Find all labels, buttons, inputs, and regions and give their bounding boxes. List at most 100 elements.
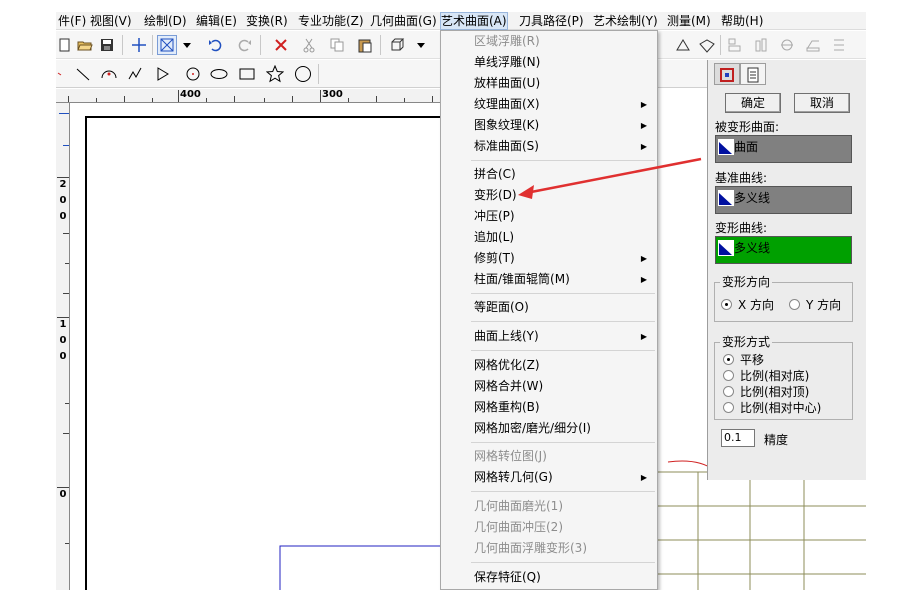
polygon-open-icon[interactable]: [154, 65, 172, 83]
menu-professional[interactable]: 专业功能(Z): [298, 13, 364, 29]
gear-align-icon[interactable]: [778, 36, 796, 54]
base-curve-label: 基准曲线:: [715, 171, 768, 185]
menu-art-draw[interactable]: 艺术绘制(Y): [593, 13, 658, 29]
surface-object-icon: [718, 138, 734, 155]
radio-mode-scale-top[interactable]: 比例(相对顶): [723, 384, 809, 400]
menu-item-mesh-refine[interactable]: 网格加密/磨光/细分(I): [441, 418, 657, 439]
menu-item-append[interactable]: 追加(L): [441, 227, 657, 248]
shade-view-icon[interactable]: [674, 36, 692, 54]
menu-item-offset-surface[interactable]: 等距面(O): [441, 297, 657, 318]
deform-property-panel: 确定 取消 被变形曲面: 曲面 基准曲线: 多义线 变形曲线: 多义线 变形方向…: [707, 60, 866, 480]
arc-icon[interactable]: [100, 65, 118, 83]
radio-x-direction[interactable]: X 方向: [721, 297, 774, 313]
delete-icon[interactable]: [272, 36, 290, 54]
menu-item-stamp[interactable]: 冲压(P): [441, 206, 657, 227]
undo-icon[interactable]: [206, 36, 224, 54]
paste-icon[interactable]: [356, 36, 374, 54]
menu-item-mesh-optimize[interactable]: 网格优化(Z): [441, 355, 657, 376]
menu-separator: [471, 293, 655, 294]
star-icon[interactable]: [266, 65, 284, 83]
deform-curve-field[interactable]: 多义线: [715, 236, 852, 264]
line-icon[interactable]: [74, 65, 92, 83]
menu-transform[interactable]: 变换(R): [246, 13, 288, 29]
menu-item-standard-surface[interactable]: 标准曲面(S) ▶: [441, 136, 657, 157]
save-icon[interactable]: [98, 36, 116, 54]
menu-tool-path[interactable]: 刀具路径(P): [519, 13, 584, 29]
menu-item-mesh-to-geometry[interactable]: 网格转几何(G) ▶: [441, 467, 657, 488]
tab-document[interactable]: [740, 63, 766, 85]
menu-measure[interactable]: 测量(M): [667, 13, 711, 29]
menu-item-loft-surface[interactable]: 放样曲面(U): [441, 73, 657, 94]
menu-item-cylinder-roller[interactable]: 柱面/锥面辊筒(M) ▶: [441, 269, 657, 290]
menu-art-surface[interactable]: 艺术曲面(A): [440, 12, 508, 30]
menu-item-merge[interactable]: 拼合(C): [441, 164, 657, 185]
menu-item-save-feature[interactable]: 保存特征(Q): [441, 567, 657, 588]
ellipse-icon[interactable]: [210, 65, 228, 83]
circle-icon[interactable]: [294, 65, 312, 83]
ok-button[interactable]: 确定: [725, 93, 781, 113]
menu-item-deform[interactable]: 变形(D): [441, 185, 657, 206]
menu-item-geo-surface-stamp[interactable]: 几何曲面冲压(2): [441, 517, 657, 538]
select-box-icon[interactable]: [157, 35, 177, 55]
rectangle-icon[interactable]: [238, 65, 256, 83]
menu-view[interactable]: 视图(V): [90, 13, 132, 29]
polyline-object-icon: [718, 189, 734, 206]
canvas-drawing: [279, 545, 456, 590]
menu-item-region-relief[interactable]: 区域浮雕(R): [441, 31, 657, 52]
dropdown-arrow-icon[interactable]: [412, 36, 430, 54]
menu-item-mesh-rebuild[interactable]: 网格重构(B): [441, 397, 657, 418]
align-center-icon[interactable]: [752, 36, 770, 54]
render-view-icon[interactable]: [698, 36, 716, 54]
menu-item-geo-surface-relief-deform[interactable]: 几何曲面浮雕变形(3): [441, 538, 657, 559]
radio-mode-scale-bottom[interactable]: 比例(相对底): [723, 368, 809, 384]
cube-view-icon[interactable]: [388, 36, 406, 54]
drawing-canvas[interactable]: [71, 104, 465, 590]
menu-geometric-surface[interactable]: 几何曲面(G): [370, 13, 437, 29]
submenu-arrow-icon: ▶: [640, 100, 647, 109]
radio-mode-translate[interactable]: 平移: [723, 352, 764, 368]
menu-separator: [471, 160, 655, 161]
submenu-arrow-icon: ▶: [640, 473, 647, 482]
polyline-icon[interactable]: [126, 65, 144, 83]
menu-item-mesh-to-bitmap[interactable]: 网格转位图(J): [441, 446, 657, 467]
precision-input[interactable]: 0.1: [721, 429, 755, 447]
menu-item-curve-on-surface[interactable]: 曲面上线(Y) ▶: [441, 326, 657, 347]
deformed-surface-field[interactable]: 曲面: [715, 135, 852, 163]
open-file-icon[interactable]: [76, 36, 94, 54]
circle-dot-icon[interactable]: [184, 65, 202, 83]
crosshair-icon[interactable]: [130, 36, 148, 54]
menu-item-image-texture[interactable]: 图象纹理(K) ▶: [441, 115, 657, 136]
menu-item-texture-surface[interactable]: 纹理曲面(X) ▶: [441, 94, 657, 115]
cancel-button[interactable]: 取消: [794, 93, 850, 113]
menu-help[interactable]: 帮助(H): [721, 13, 763, 29]
radio-mode-scale-center[interactable]: 比例(相对中心): [723, 400, 821, 416]
mode-group: 变形方式 平移 比例(相对底) 比例(相对顶) 比例(相对中心): [714, 335, 853, 420]
align-right-icon[interactable]: [830, 36, 848, 54]
ruler-label-200-1: 2: [59, 179, 67, 190]
menu-edit[interactable]: 编辑(E): [196, 13, 237, 29]
copy-icon[interactable]: [328, 36, 346, 54]
radio-unselected-icon: [723, 370, 734, 381]
align-left-icon[interactable]: [726, 36, 744, 54]
polyline-object-icon: [718, 239, 734, 256]
menu-bar: 件(F) 视图(V) 绘制(D) 编辑(E) 变换(R) 专业功能(Z) 几何曲…: [56, 12, 866, 30]
redo-icon[interactable]: [236, 36, 254, 54]
menu-item-trim[interactable]: 修剪(T) ▶: [441, 248, 657, 269]
distribute-icon[interactable]: [804, 36, 822, 54]
submenu-arrow-icon: ▶: [640, 332, 647, 341]
point-icon[interactable]: [56, 65, 74, 83]
dropdown-arrow-icon[interactable]: [178, 36, 196, 54]
radio-y-direction[interactable]: Y 方向: [789, 297, 841, 313]
submenu-arrow-icon: ▶: [640, 142, 647, 151]
menu-draw[interactable]: 绘制(D): [144, 13, 187, 29]
menu-item-geo-surface-smooth[interactable]: 几何曲面磨光(1): [441, 496, 657, 517]
application-window: 件(F) 视图(V) 绘制(D) 编辑(E) 变换(R) 专业功能(Z) 几何曲…: [56, 12, 866, 590]
new-file-icon[interactable]: [56, 36, 74, 54]
tab-properties[interactable]: [714, 63, 740, 85]
menu-item-mesh-merge[interactable]: 网格合并(W): [441, 376, 657, 397]
base-curve-field[interactable]: 多义线: [715, 186, 852, 214]
menu-item-single-line-relief[interactable]: 单线浮雕(N): [441, 52, 657, 73]
deformed-surface-label: 被变形曲面:: [715, 120, 780, 134]
cut-icon[interactable]: [300, 36, 318, 54]
menu-file[interactable]: 件(F): [58, 13, 86, 29]
